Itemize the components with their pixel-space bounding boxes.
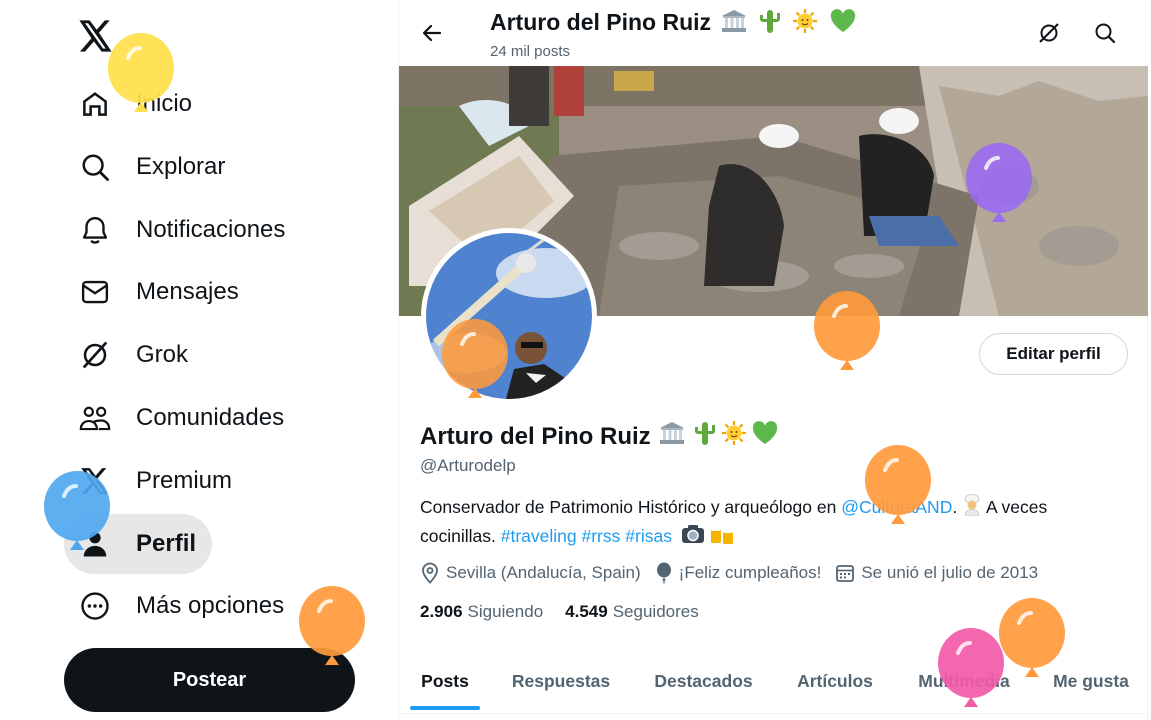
grok-icon xyxy=(78,338,112,372)
sidebar-item-label: Premium xyxy=(136,467,233,494)
tab-label: Posts xyxy=(421,670,469,691)
hashtag-link[interactable]: #traveling xyxy=(501,526,577,546)
grok-icon[interactable] xyxy=(1033,17,1065,49)
balloon-icon xyxy=(938,628,1004,707)
tab-respuestas[interactable]: Respuestas xyxy=(491,652,631,710)
sidebar-item-explorar[interactable]: Explorar xyxy=(64,137,241,197)
beer-mugs-icon xyxy=(709,523,735,552)
follow-counts: 2.906 Siguiendo 4.549 Seguidores xyxy=(420,602,721,622)
balloon-icon xyxy=(814,291,880,370)
birthday-item: ¡Feliz cumpleaños! xyxy=(655,562,822,584)
joined-text: Se unió el julio de 2013 xyxy=(861,563,1039,582)
location-text: Sevilla (Andalucía, Spain) xyxy=(446,563,641,582)
tab-label: Destacados xyxy=(654,670,753,691)
profile-bio: Conservador de Patrimonio Histórico y ar… xyxy=(420,494,1120,552)
sidebar-item-label: Perfil xyxy=(136,530,197,557)
balloon-icon xyxy=(999,598,1065,677)
sidebar-item-comunidades[interactable]: Comunidades xyxy=(64,388,300,448)
tab-posts[interactable]: Posts xyxy=(399,652,491,710)
tab-label: Artículos xyxy=(797,670,873,691)
cactus-icon xyxy=(693,420,717,453)
location-item: Sevilla (Andalucía, Spain) xyxy=(420,562,641,584)
followers-label: Seguidores xyxy=(612,602,699,621)
sidebar-item-label: Grok xyxy=(136,341,189,368)
sun-face-icon xyxy=(792,8,818,40)
profile-header: Arturo del Pino Ruiz 24 mil posts xyxy=(399,0,1149,66)
header-name: Arturo del Pino Ruiz xyxy=(490,9,712,36)
bell-icon xyxy=(78,213,112,247)
camera-icon xyxy=(681,524,705,551)
sidebar-item-mensajes[interactable]: Mensajes xyxy=(64,262,255,322)
mail-icon xyxy=(78,275,112,309)
sidebar-item-label: Notificaciones xyxy=(136,216,286,243)
following-link[interactable]: 2.906 Siguiendo xyxy=(420,602,543,622)
profile-name: Arturo del Pino Ruiz xyxy=(420,420,779,453)
post-count: 24 mil posts xyxy=(490,43,571,60)
joined-item: Se unió el julio de 2013 xyxy=(835,563,1038,583)
birthday-text: ¡Feliz cumpleaños! xyxy=(678,563,822,582)
balloon-icon xyxy=(299,586,365,665)
sidebar-item-notificaciones[interactable]: Notificaciones xyxy=(64,200,301,260)
followers-link[interactable]: 4.549 Seguidores xyxy=(565,602,699,622)
more-circle-icon xyxy=(78,589,112,623)
green-heart-icon xyxy=(829,8,857,40)
hashtag-link[interactable]: #risas xyxy=(625,526,672,546)
followers-count: 4.549 xyxy=(565,602,608,621)
sidebar-item-label: Mensajes xyxy=(136,278,239,305)
balloon-icon xyxy=(44,471,110,550)
following-label: Siguiendo xyxy=(467,602,544,621)
balloon-icon xyxy=(108,33,174,112)
sun-face-icon xyxy=(721,420,747,453)
tab-articulos[interactable]: Artículos xyxy=(776,652,894,710)
back-arrow-icon[interactable] xyxy=(415,16,449,50)
page-title: Arturo del Pino Ruiz xyxy=(490,8,857,40)
profile-handle: @Arturodelp xyxy=(420,456,516,475)
sidebar-item-label: Comunidades xyxy=(136,404,285,431)
calendar-icon xyxy=(836,565,855,582)
following-count: 2.906 xyxy=(420,602,463,621)
search-icon[interactable] xyxy=(1089,17,1121,49)
green-heart-icon xyxy=(751,420,779,453)
search-icon xyxy=(78,150,112,184)
balloon-icon xyxy=(966,143,1032,222)
profile-name-text: Arturo del Pino Ruiz xyxy=(420,422,651,450)
tab-destacados[interactable]: Destacados xyxy=(631,652,776,710)
profile-meta: Sevilla (Andalucía, Spain) ¡Feliz cumple… xyxy=(420,560,1052,586)
balloon-icon xyxy=(656,562,671,584)
sidebar-item-mas-opciones[interactable]: Más opciones xyxy=(64,576,300,636)
bio-text: Conservador de Patrimonio Histórico y ar… xyxy=(420,497,842,518)
sidebar-item-grok[interactable]: Grok xyxy=(64,325,204,385)
edit-profile-button[interactable]: Editar perfil xyxy=(979,333,1128,375)
bio-text: . xyxy=(952,497,963,518)
balloon-icon xyxy=(865,445,931,524)
communities-icon xyxy=(78,401,112,435)
balloon-icon xyxy=(442,319,508,398)
cactus-icon xyxy=(758,8,782,40)
sidebar-item-label: Explorar xyxy=(136,153,226,180)
classical-building-icon xyxy=(659,421,685,452)
hashtag-link[interactable]: #rrss xyxy=(582,526,621,546)
location-pin-icon xyxy=(422,562,438,584)
tab-label: Respuestas xyxy=(511,670,611,691)
sidebar-item-label: Más opciones xyxy=(136,592,285,619)
classical-building-icon xyxy=(721,9,747,39)
cook-icon xyxy=(962,494,982,523)
